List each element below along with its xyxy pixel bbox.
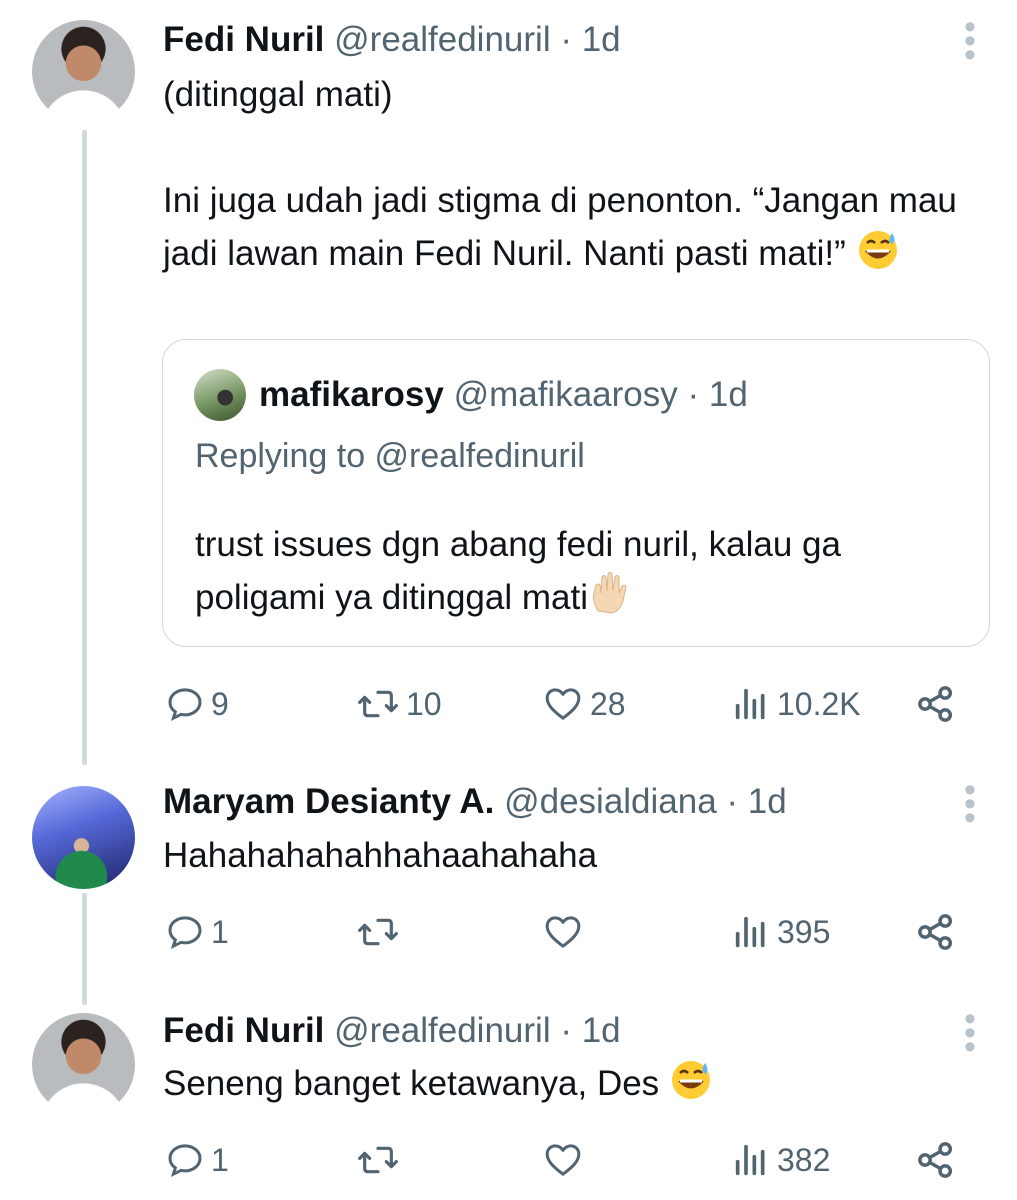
tweet-text: Seneng banget ketawanya, Des	[163, 1057, 983, 1110]
action-bar: 9 10 28 10.2K	[0, 679, 1017, 729]
tweet-text: (ditinggal mati) Ini juga udah jadi stig…	[163, 68, 983, 280]
views-count: 382	[777, 1141, 831, 1178]
tweet-header: Fedi Nuril @realfedinuril · 1d	[163, 1011, 621, 1051]
like-button[interactable]	[542, 1135, 584, 1185]
views-button[interactable]: 382	[731, 1135, 830, 1185]
sweat-smile-emoji	[858, 231, 897, 269]
tweet-paragraph: (ditinggal mati)	[163, 75, 393, 114]
quoted-handle: @mafikaarosy · 1d	[453, 375, 748, 414]
tweet-header: Fedi Nuril @realfedinuril · 1d	[163, 20, 621, 60]
quoted-avatar[interactable]	[194, 369, 246, 421]
replying-to[interactable]: Replying to @realfedinuril	[195, 436, 585, 476]
share-button[interactable]	[914, 1135, 958, 1185]
retweet-button[interactable]	[356, 907, 400, 957]
reply-count: 1	[211, 913, 229, 950]
reply-count: 9	[211, 685, 229, 722]
quoted-text: trust issues dgn abang fedi nuril, kalau…	[195, 525, 841, 617]
reply-icon	[168, 916, 202, 950]
handle-timestamp[interactable]: @desialdiana · 1d	[504, 782, 787, 821]
views-button[interactable]: 395	[731, 907, 830, 957]
more-vertical-icon[interactable]: • • •	[958, 1002, 982, 1064]
like-button[interactable]: 28	[542, 679, 626, 729]
share-icon	[918, 1142, 953, 1178]
reply-button[interactable]: 1	[165, 907, 229, 957]
quoted-display-name: mafikarosy	[259, 375, 444, 414]
views-count: 10.2K	[777, 685, 861, 722]
tweet-paragraph	[163, 121, 983, 174]
reply-icon	[168, 688, 202, 722]
quoted-header: mafikarosy @mafikaarosy · 1d	[259, 375, 748, 415]
avatar[interactable]	[32, 786, 135, 889]
display-name[interactable]: Fedi Nuril	[163, 1011, 324, 1050]
sweat-smile-emoji	[671, 1061, 710, 1099]
retweet-count: 10	[406, 685, 442, 722]
share-icon	[918, 686, 953, 722]
heart-icon	[545, 1144, 581, 1176]
views-count: 395	[777, 913, 831, 950]
raised-hand-emoji	[592, 572, 627, 614]
tweet-text: Hahahahahahhahaahahaha	[163, 836, 598, 875]
views-button[interactable]: 10.2K	[731, 679, 861, 729]
tweet-paragraph: Ini juga udah jadi stigma di penonton. “…	[163, 181, 957, 273]
heart-icon	[545, 916, 581, 948]
more-vertical-icon[interactable]: • • •	[958, 773, 982, 835]
more-vertical-icon[interactable]: • • •	[958, 10, 982, 72]
share-button[interactable]	[914, 679, 958, 729]
retweet-icon	[358, 1146, 398, 1174]
reply-button[interactable]: 9	[165, 679, 229, 729]
views-icon	[735, 916, 765, 948]
retweet-button[interactable]	[356, 1135, 400, 1185]
heart-icon	[545, 688, 581, 720]
display-name[interactable]: Maryam Desianty A.	[163, 782, 494, 821]
tweet-header: Maryam Desianty A. @desialdiana · 1d	[163, 782, 787, 822]
retweet-button[interactable]: 10	[356, 679, 442, 729]
reply-button[interactable]: 1	[165, 1135, 229, 1185]
views-icon	[735, 1144, 765, 1176]
handle-timestamp[interactable]: @realfedinuril · 1d	[334, 1011, 621, 1050]
views-icon	[735, 688, 765, 720]
display-name[interactable]: Fedi Nuril	[163, 20, 324, 59]
avatar[interactable]	[32, 1013, 135, 1116]
avatar[interactable]	[32, 20, 135, 123]
retweet-icon	[358, 918, 398, 946]
share-icon	[918, 914, 953, 950]
handle-timestamp[interactable]: @realfedinuril · 1d	[334, 20, 621, 59]
action-bar: 1 395	[0, 907, 1017, 957]
share-button[interactable]	[914, 907, 958, 957]
retweet-icon	[358, 690, 398, 718]
like-count: 28	[590, 685, 626, 722]
action-bar: 1 382	[0, 1135, 1017, 1185]
reply-icon	[168, 1144, 202, 1178]
thread-line	[82, 130, 87, 765]
like-button[interactable]	[542, 907, 584, 957]
quoted-tweet[interactable]: mafikarosy @mafikaarosy · 1d Replying to…	[162, 339, 990, 647]
reply-count: 1	[211, 1141, 229, 1178]
